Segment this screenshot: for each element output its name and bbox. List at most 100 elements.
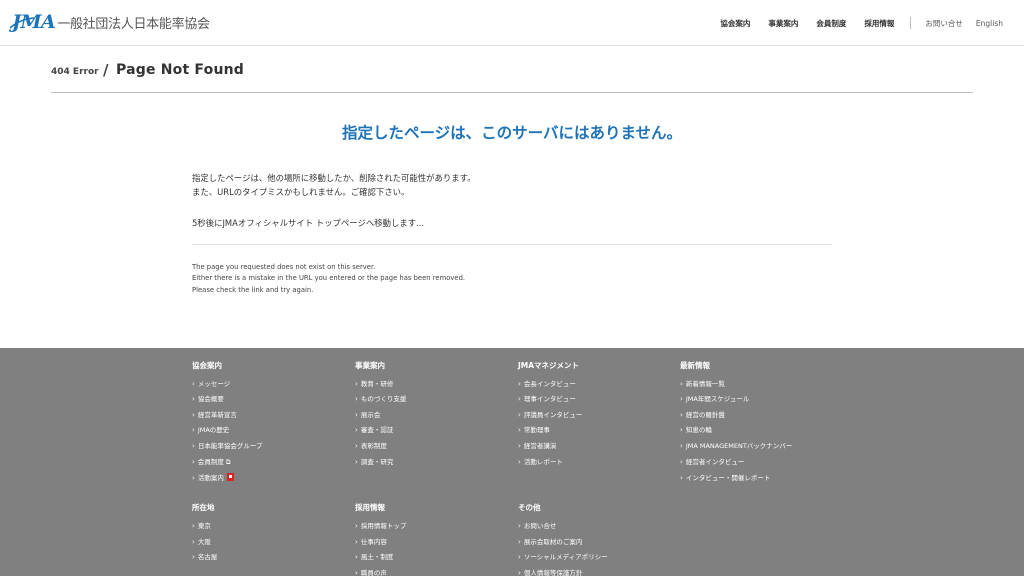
chevron-right-icon: › xyxy=(518,522,521,530)
footer-link[interactable]: › お問い合せ xyxy=(518,520,556,530)
footer-link[interactable]: › 協会概要 xyxy=(192,393,224,403)
footer-link[interactable]: › 経営者インタビュー xyxy=(680,456,744,466)
chevron-right-icon: › xyxy=(518,426,521,434)
nav-english[interactable]: English xyxy=(976,19,1003,28)
chevron-right-icon: › xyxy=(355,458,358,466)
nav-contact[interactable]: お問い合せ xyxy=(925,18,963,29)
footer-link[interactable]: › 教育・研修 xyxy=(355,378,393,388)
footer-link[interactable]: › 会長インタビュー xyxy=(518,378,576,388)
footer-link[interactable]: › 活動レポート xyxy=(518,456,563,466)
footer-link[interactable]: › 日本能率協会グループ xyxy=(192,440,262,450)
footer-link[interactable]: › JMA MANAGEMENTバックナンバー xyxy=(680,440,792,450)
error-code: 404 Error xyxy=(51,67,99,77)
footer-link-label: 仕事内容 xyxy=(360,538,387,546)
site-header: JMA 一般社団法人日本能率協会 協会案内 事業案内 会員制度 採用情報 お問い… xyxy=(0,0,1024,46)
external-link-icon: ⧉ xyxy=(225,458,231,466)
footer-link-label: JMAの歴史 xyxy=(197,426,230,434)
footer-col-news: 最新情報 xyxy=(680,360,710,371)
chevron-right-icon: › xyxy=(355,553,358,561)
footer-link-label: 日本能率協会グループ xyxy=(197,442,263,450)
chevron-right-icon: › xyxy=(355,442,358,450)
footer-link-label: インタビュー・開催レポート xyxy=(685,474,771,482)
chevron-right-icon: › xyxy=(518,538,521,546)
footer-link[interactable]: › 評議員インタビュー xyxy=(518,409,582,419)
footer-link[interactable]: › 新着情報一覧 xyxy=(680,378,725,388)
nav-about[interactable]: 協会案内 xyxy=(720,18,750,29)
chevron-right-icon: › xyxy=(355,538,358,546)
chevron-right-icon: › xyxy=(518,411,521,419)
jma-logo[interactable]: JMA 一般社団法人日本能率協会 xyxy=(10,8,210,36)
footer-link-label: 審査・認証 xyxy=(360,426,394,434)
nav-business[interactable]: 事業案内 xyxy=(768,18,798,29)
nav-membership[interactable]: 会員制度 xyxy=(816,18,846,29)
footer-heading: その他 xyxy=(518,503,541,512)
footer-link[interactable]: › 経営者講演 xyxy=(518,440,556,450)
footer-link-label: 活動案内 xyxy=(197,474,224,482)
nav-recruit[interactable]: 採用情報 xyxy=(864,18,894,29)
page-title-row: 404 Error / Page Not Found xyxy=(51,60,973,93)
footer-link-label: 採用情報トップ xyxy=(360,522,407,530)
chevron-right-icon: › xyxy=(355,395,358,403)
site-footer: 協会案内 › メッセージ › 協会概要 › 経営革新宣言 › JMAの歴史 › 日本能率協… xyxy=(0,348,1024,577)
title-slash: / xyxy=(103,61,109,79)
footer-link[interactable]: › ソーシャルメディアポリシー xyxy=(518,551,608,561)
footer-link[interactable]: › ものづくり支援 xyxy=(355,393,406,403)
footer-heading: 所在地 xyxy=(192,503,215,512)
footer-heading: 協会案内 xyxy=(192,361,222,370)
footer-link[interactable]: › 風土・制度 xyxy=(355,551,393,561)
footer-link[interactable]: › JMA年間スケジュール xyxy=(680,393,749,403)
footer-link[interactable]: › 知恵の輪 xyxy=(680,424,712,434)
footer-link-label: 名古屋 xyxy=(197,553,218,561)
chevron-right-icon: › xyxy=(192,474,195,482)
footer-link[interactable]: › 審査・認証 xyxy=(355,424,393,434)
page-title: Page Not Found xyxy=(116,62,244,78)
footer-link-label: 評議員インタビュー xyxy=(523,411,583,419)
footer-link[interactable]: › 東京 xyxy=(192,520,211,530)
footer-link[interactable]: › 活動案内 xyxy=(192,472,234,482)
footer-link[interactable]: › 名古屋 xyxy=(192,551,217,561)
chevron-right-icon: › xyxy=(680,380,683,388)
footer-link[interactable]: › 表彰制度 xyxy=(355,440,387,450)
chevron-right-icon: › xyxy=(192,442,195,450)
chevron-right-icon: › xyxy=(192,538,195,546)
footer-link-label: 経営革新宣言 xyxy=(197,411,237,419)
footer-link[interactable]: › 展示会 xyxy=(355,409,380,419)
footer-link[interactable]: › 経営の羅針盤 xyxy=(680,409,725,419)
footer-link[interactable]: › 経営革新宣言 xyxy=(192,409,237,419)
footer-link-label: 経営者インタビュー xyxy=(685,458,745,466)
logo-text: 一般社団法人日本能率協会 xyxy=(57,16,210,32)
footer-link[interactable]: › 大阪 xyxy=(192,536,211,546)
chevron-right-icon: › xyxy=(680,426,683,434)
footer-link-label: 教育・研修 xyxy=(360,380,394,388)
footer-heading: JMAマネジメント xyxy=(518,361,580,370)
footer-col-recruit: 採用情報 xyxy=(355,502,385,513)
footer-link[interactable]: › 会員制度 ⧉ xyxy=(192,456,230,467)
footer-link-label: お問い合せ xyxy=(523,522,557,530)
footer-link[interactable]: › メッセージ xyxy=(192,378,230,388)
error-message-line-2: また、URLのタイプミスかもしれません。ご確認下さい。 xyxy=(192,187,410,197)
chevron-right-icon: › xyxy=(355,426,358,434)
footer-link[interactable]: › 常勤理事 xyxy=(518,424,550,434)
footer-col-about: 協会案内 xyxy=(192,360,222,371)
english-message-line-1: The page you requested does not exist on… xyxy=(192,263,376,271)
footer-link[interactable]: › 仕事内容 xyxy=(355,536,387,546)
chevron-right-icon: › xyxy=(192,426,195,434)
chevron-right-icon: › xyxy=(192,395,195,403)
footer-link-label: 展示会取材のご案内 xyxy=(523,538,583,546)
footer-link[interactable]: › インタビュー・開催レポート xyxy=(680,472,770,482)
chevron-right-icon: › xyxy=(192,411,195,419)
chevron-right-icon: › xyxy=(355,380,358,388)
footer-link[interactable]: › 理事インタビュー xyxy=(518,393,576,403)
footer-link-label: ものづくり支援 xyxy=(360,395,407,403)
chevron-right-icon: › xyxy=(680,442,683,450)
english-message-line-2: Either there is a mistake in the URL you… xyxy=(192,274,466,282)
footer-link[interactable]: › 展示会取材のご案内 xyxy=(518,536,582,546)
footer-link[interactable]: › JMAの歴史 xyxy=(192,424,229,434)
footer-link[interactable]: › 調査・研究 xyxy=(355,456,393,466)
chevron-right-icon: › xyxy=(518,442,521,450)
footer-link-label: 調査・研究 xyxy=(360,458,394,466)
footer-link[interactable]: › 採用情報トップ xyxy=(355,520,406,530)
english-message-line-3: Please check the link and try again. xyxy=(192,286,314,294)
chevron-right-icon: › xyxy=(355,522,358,530)
footer-heading: 採用情報 xyxy=(355,503,385,512)
